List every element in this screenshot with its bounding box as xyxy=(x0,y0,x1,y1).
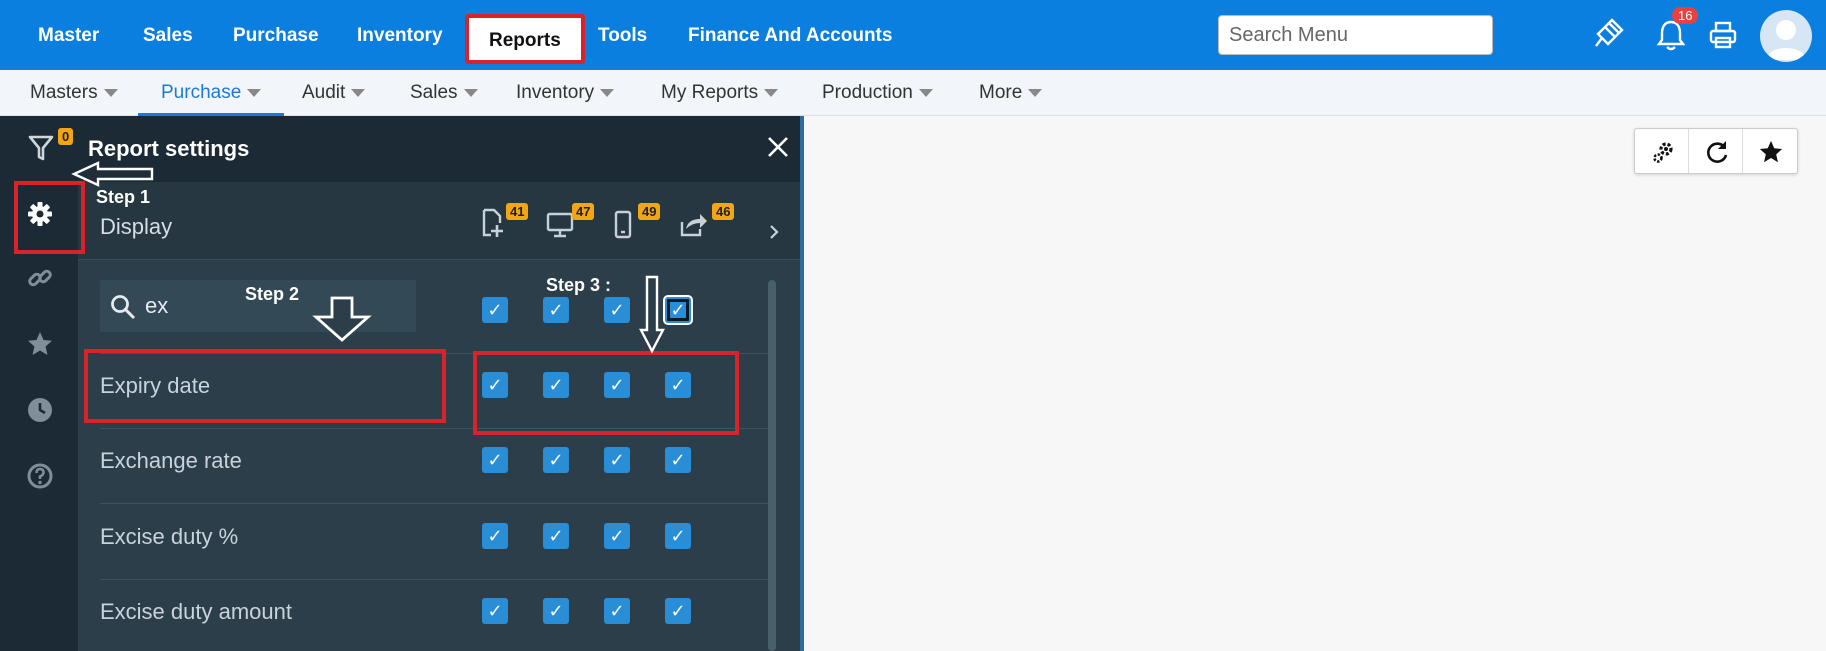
close-icon[interactable] xyxy=(765,134,791,160)
favorite-button[interactable] xyxy=(1743,129,1797,173)
search-menu-input[interactable] xyxy=(1218,15,1493,55)
user-avatar-icon[interactable] xyxy=(1760,10,1812,62)
notification-count-badge: 16 xyxy=(1672,7,1699,24)
step2-label: Step 2 xyxy=(245,284,300,304)
scrollbar[interactable] xyxy=(768,280,776,651)
select-all-mobile-checkbox[interactable]: ✓ xyxy=(604,297,630,323)
row-checkbox[interactable]: ✓ xyxy=(543,598,569,624)
topnav-tools[interactable]: Tools xyxy=(598,0,647,70)
row-checkbox[interactable]: ✓ xyxy=(543,447,569,473)
annotation-box-checkboxes xyxy=(473,351,739,435)
arrow-down-icon xyxy=(312,296,372,342)
panel-title: Report settings xyxy=(88,136,250,161)
subnav-audit[interactable]: Audit xyxy=(302,70,366,116)
step3-label: Step 3 : xyxy=(546,275,612,295)
field-search-value: ex xyxy=(145,293,169,318)
filter-count-badge: 0 xyxy=(58,128,74,145)
star-icon xyxy=(1759,140,1783,163)
row-divider xyxy=(100,579,770,580)
select-all-share-checkbox[interactable]: ✓ xyxy=(665,297,691,323)
topnav-master[interactable]: Master xyxy=(38,0,99,70)
subnav-more[interactable]: More xyxy=(979,70,1043,116)
share-icon[interactable] xyxy=(678,210,708,238)
brush-icon[interactable] xyxy=(1592,16,1626,50)
arrow-down-icon xyxy=(639,275,665,354)
settings-gears-icon xyxy=(1653,142,1673,163)
report-toolbar xyxy=(1634,128,1798,174)
help-icon[interactable] xyxy=(26,462,54,490)
clock-icon[interactable] xyxy=(26,396,54,424)
search-icon xyxy=(111,295,136,320)
row-checkbox[interactable]: ✓ xyxy=(482,523,508,549)
link-icon[interactable] xyxy=(26,264,54,292)
panel-edge xyxy=(800,116,804,651)
row-checkbox[interactable]: ✓ xyxy=(604,447,630,473)
row-checkbox[interactable]: ✓ xyxy=(543,523,569,549)
share-count-badge: 46 xyxy=(712,203,735,220)
mobile-icon[interactable] xyxy=(614,210,632,240)
row-checkbox[interactable]: ✓ xyxy=(482,447,508,473)
topnav-purchase[interactable]: Purchase xyxy=(233,0,319,70)
row-checkbox[interactable]: ✓ xyxy=(604,598,630,624)
row-label-excise-duty-amount: Excise duty amount xyxy=(100,599,292,624)
sub-navigation-bar: Masters Purchase Audit Sales Inventory M… xyxy=(0,70,1826,116)
topnav-sales[interactable]: Sales xyxy=(143,0,193,70)
row-checkbox[interactable]: ✓ xyxy=(604,523,630,549)
step1-label: Step 1 xyxy=(96,187,151,207)
subnav-masters[interactable]: Masters xyxy=(30,70,118,116)
mobile-count-badge: 49 xyxy=(638,203,661,220)
refresh-button[interactable] xyxy=(1689,129,1743,173)
subnav-production[interactable]: Production xyxy=(822,70,933,116)
display-label: Display xyxy=(100,214,173,239)
add-file-icon[interactable] xyxy=(480,208,506,238)
add-file-count-badge: 41 xyxy=(506,203,529,220)
row-checkbox[interactable]: ✓ xyxy=(665,598,691,624)
subnav-sales[interactable]: Sales xyxy=(410,70,478,116)
subnav-my-reports[interactable]: My Reports xyxy=(661,70,779,116)
desktop-count-badge: 47 xyxy=(572,203,595,220)
annotation-box-settings xyxy=(14,181,85,254)
filter-icon[interactable] xyxy=(28,134,54,162)
row-label-exchange-rate: Exchange rate xyxy=(100,448,242,473)
row-divider xyxy=(100,503,770,504)
top-navigation-bar: Master Sales Purchase Inventory Reports … xyxy=(0,0,1826,70)
subnav-inventory[interactable]: Inventory xyxy=(516,70,615,116)
row-checkbox[interactable]: ✓ xyxy=(482,598,508,624)
display-section-header: Display 41 47 49 46 xyxy=(78,182,800,260)
star-icon[interactable] xyxy=(26,330,54,358)
desktop-icon[interactable] xyxy=(546,212,574,238)
select-all-print-checkbox[interactable]: ✓ xyxy=(482,297,508,323)
chevron-right-icon[interactable] xyxy=(768,224,780,240)
topnav-inventory[interactable]: Inventory xyxy=(357,0,443,70)
printer-icon[interactable] xyxy=(1708,20,1738,50)
row-checkbox[interactable]: ✓ xyxy=(665,447,691,473)
select-all-desktop-checkbox[interactable]: ✓ xyxy=(543,297,569,323)
settings-gears-button[interactable] xyxy=(1635,129,1689,173)
arrow-left-icon xyxy=(71,161,154,187)
row-label-excise-duty-percent: Excise duty % xyxy=(100,524,239,549)
annotation-box-expiry-date xyxy=(84,349,446,423)
subnav-purchase[interactable]: Purchase xyxy=(138,70,285,116)
row-checkbox[interactable]: ✓ xyxy=(665,523,691,549)
topnav-reports[interactable]: Reports xyxy=(465,14,585,64)
refresh-icon xyxy=(1707,141,1728,163)
topnav-finance-and-accounts[interactable]: Finance And Accounts xyxy=(688,0,892,70)
